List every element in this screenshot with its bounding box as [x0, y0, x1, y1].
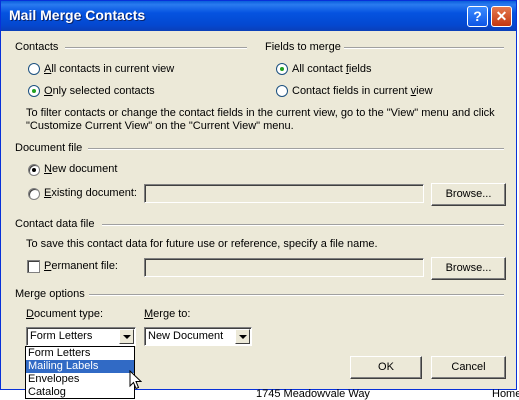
- document-type-label: Document type:: [26, 308, 104, 320]
- title-bar[interactable]: Mail Merge Contacts ? ✕: [1, 1, 516, 31]
- contact-data-label: Contact data file: [15, 218, 95, 230]
- background-address: 1745 Meadowvale Way: [256, 388, 370, 400]
- all-fields-label[interactable]: All contact fields: [292, 63, 372, 75]
- contacts-group-label: Contacts: [15, 41, 59, 53]
- mail-merge-dialog: Mail Merge Contacts ? ✕ Contacts All con…: [0, 0, 517, 390]
- document-type-dropdown[interactable]: Form Letters Mailing Labels Envelopes Ca…: [25, 346, 135, 399]
- filter-note-line2: "Customize Current View" on the "Current…: [26, 120, 294, 132]
- new-document-radio[interactable]: [28, 164, 40, 176]
- contact-data-divider: [102, 224, 504, 226]
- merge-to-select[interactable]: New Document: [144, 327, 252, 346]
- permanent-file-label[interactable]: Permanent file:: [44, 260, 118, 272]
- background-home-label: Home:: [492, 388, 519, 400]
- ok-button[interactable]: OK: [350, 356, 422, 379]
- merge-options-divider: [89, 294, 504, 296]
- cancel-button[interactable]: Cancel: [431, 356, 506, 379]
- dropdown-option[interactable]: Envelopes: [26, 373, 134, 386]
- browse-contact-button[interactable]: Browse...: [431, 257, 506, 280]
- chevron-down-icon[interactable]: [235, 329, 250, 344]
- document-file-divider: [88, 148, 504, 150]
- contacts-divider: [65, 47, 247, 49]
- existing-document-radio[interactable]: [28, 188, 40, 200]
- permanent-file-field[interactable]: [144, 258, 424, 277]
- browse-document-button[interactable]: Browse...: [431, 183, 506, 206]
- dropdown-option[interactable]: Catalog: [26, 386, 134, 398]
- only-selected-label[interactable]: Only selected contacts: [44, 85, 155, 97]
- new-document-label[interactable]: New document: [44, 163, 117, 175]
- all-contacts-radio[interactable]: [28, 63, 40, 75]
- only-selected-radio[interactable]: [28, 85, 40, 97]
- chevron-down-icon[interactable]: [119, 329, 134, 344]
- current-fields-radio[interactable]: [276, 85, 288, 97]
- permanent-file-checkbox[interactable]: [27, 260, 40, 273]
- help-button[interactable]: ?: [467, 6, 488, 27]
- merge-options-label: Merge options: [15, 288, 85, 300]
- close-icon: ✕: [495, 8, 508, 24]
- existing-document-label[interactable]: Existing document:: [44, 187, 137, 199]
- fields-divider: [344, 47, 504, 49]
- document-type-select[interactable]: Form Letters: [26, 327, 136, 346]
- dialog-title: Mail Merge Contacts: [9, 7, 146, 23]
- close-button[interactable]: ✕: [491, 6, 512, 27]
- document-file-label: Document file: [15, 142, 83, 154]
- mouse-cursor-icon: [129, 370, 142, 390]
- help-icon: ?: [473, 8, 482, 24]
- all-contacts-label[interactable]: All contacts in current view: [44, 63, 174, 75]
- filter-note-line1: To filter contacts or change the contact…: [26, 107, 495, 119]
- current-fields-label[interactable]: Contact fields in current view: [292, 85, 433, 97]
- all-fields-radio[interactable]: [276, 63, 288, 75]
- dropdown-option-highlighted[interactable]: Mailing Labels: [26, 360, 134, 373]
- contact-data-note: To save this contact data for future use…: [26, 238, 378, 250]
- existing-document-field[interactable]: [144, 184, 424, 203]
- dropdown-option[interactable]: Form Letters: [26, 347, 134, 360]
- merge-to-label: Merge to:: [144, 308, 191, 320]
- fields-group-label: Fields to merge: [265, 41, 341, 53]
